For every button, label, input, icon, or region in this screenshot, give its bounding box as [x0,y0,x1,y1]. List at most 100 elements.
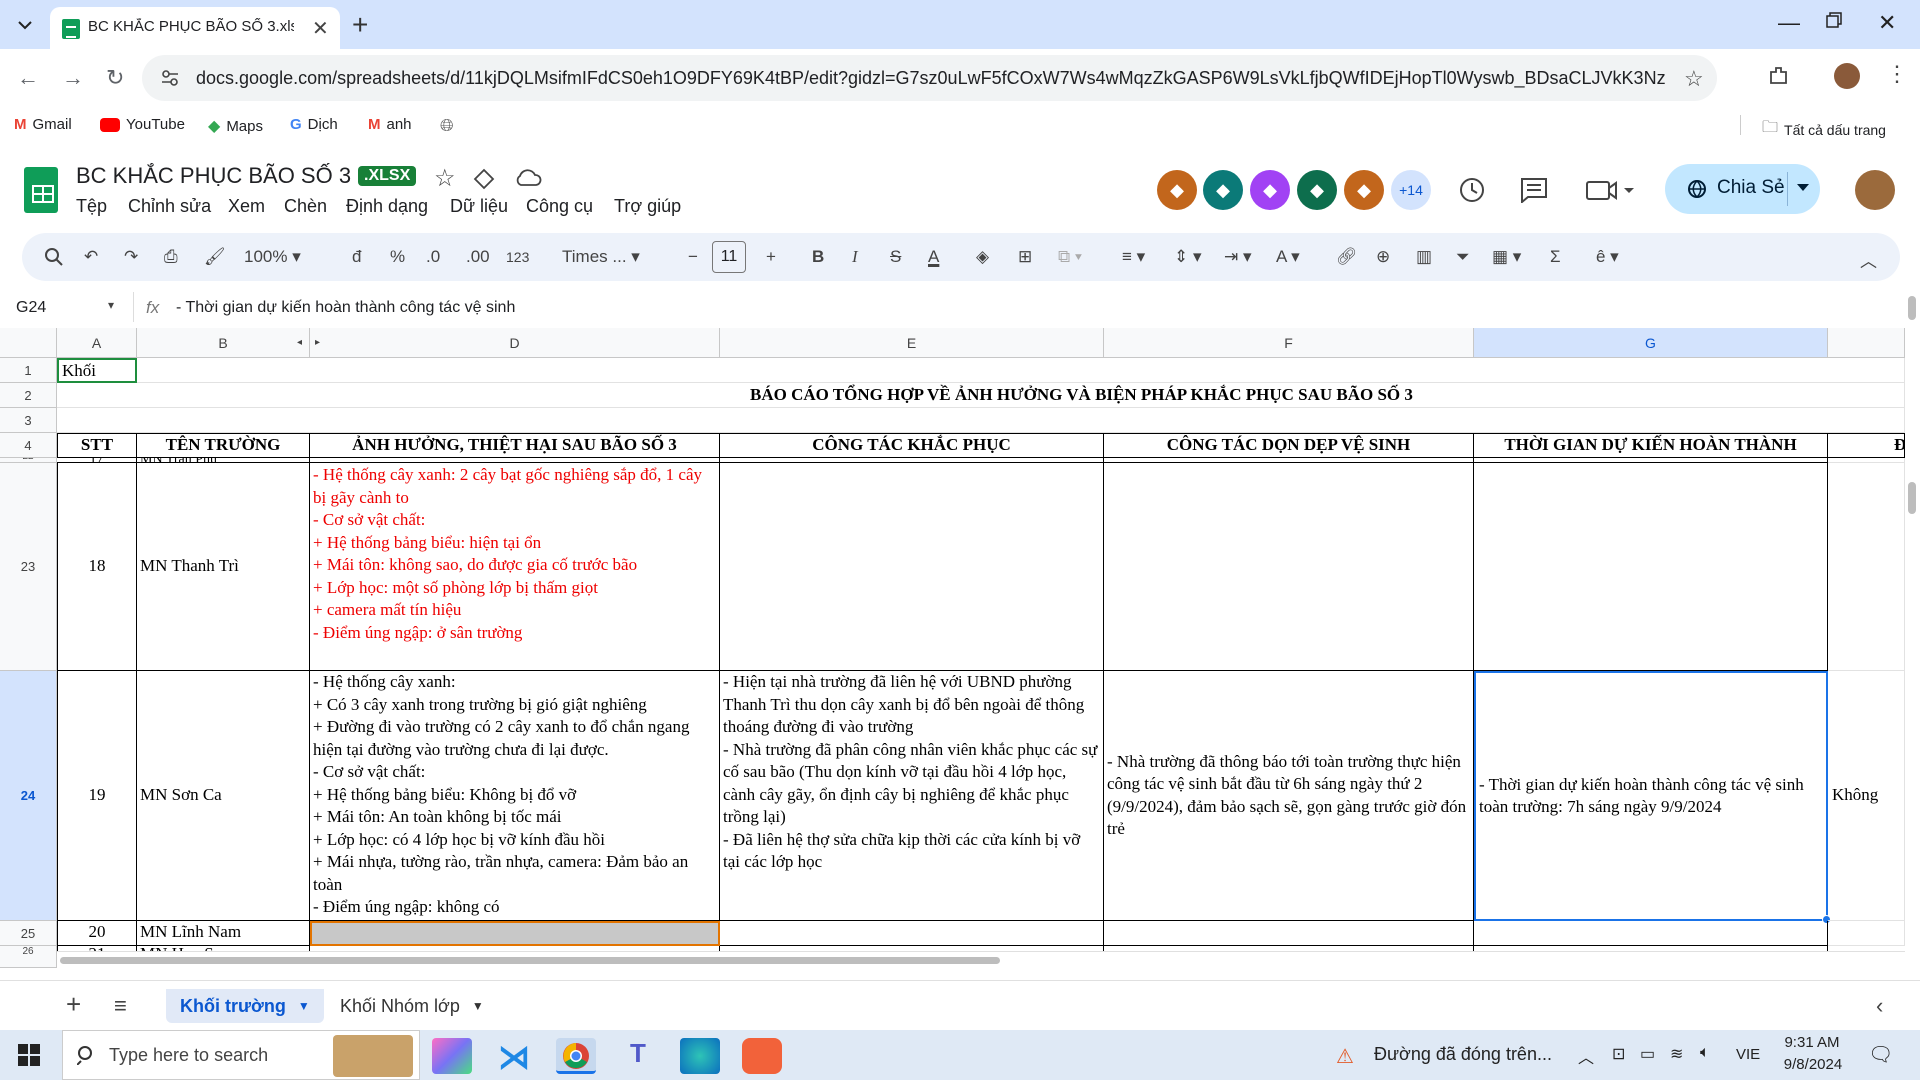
row-header[interactable]: 2 [0,383,57,408]
forward-icon[interactable]: → [62,65,84,91]
site-info-icon[interactable] [160,68,180,88]
name-box-dropdown-icon[interactable]: ▾ [108,298,114,312]
cell-h25[interactable] [1828,921,1905,946]
reload-icon[interactable]: ↻ [106,65,124,91]
insert-link-icon[interactable]: 🔗︎ [1336,247,1358,267]
back-icon[interactable]: ← [17,65,39,91]
header-impact[interactable]: ẢNH HƯỞNG, THIỆT HẠI SAU BÃO SỐ 3 [310,433,720,458]
cell-g25[interactable] [1474,921,1828,946]
close-window-icon[interactable]: ✕ [1878,10,1896,36]
sheet-menu-icon[interactable]: ▼ [298,999,310,1013]
collaborator-avatar[interactable]: ◆ [1157,170,1197,210]
cell-h24[interactable]: Không [1828,671,1905,921]
currency-format-button[interactable]: đ [352,247,361,267]
windows-start-icon[interactable] [18,1044,40,1066]
header-expected-time[interactable]: THỜI GIAN DỰ KIẾN HOÀN THÀNH [1474,433,1828,458]
header-school-name[interactable]: TÊN TRƯỜNG [137,433,310,458]
column-header-b[interactable]: B [137,328,310,358]
more-collaborators[interactable]: +14 [1391,170,1431,210]
increase-font-size-button[interactable]: + [766,247,776,267]
row-header[interactable]: 26 [0,946,57,968]
menu-edit[interactable]: Chỉnh sửa [128,196,211,217]
filter-views-icon[interactable]: ▦ ▾ [1492,247,1521,267]
all-sheets-icon[interactable]: ≡ [114,993,127,1019]
font-size-input[interactable]: 11 [712,241,746,273]
vertical-scrollbar-thumb[interactable] [1908,482,1916,514]
sheet-menu-icon[interactable]: ▼ [472,999,484,1013]
cell-a1[interactable]: Khối [57,358,137,383]
close-tab-icon[interactable]: ✕ [312,16,329,41]
hidden-columns-left-arrow-icon[interactable]: ◂ [297,337,302,348]
cell-b24[interactable]: MN Sơn Ca [137,671,310,921]
sheet-tab-active[interactable]: Khối trường ▼ [166,989,324,1023]
star-icon[interactable]: ☆ [434,164,456,193]
report-title[interactable]: BÁO CÁO TỔNG HỢP VỀ ẢNH HƯỞNG VÀ BIỆN PH… [57,383,1905,408]
input-tools-icon[interactable]: ê ▾ [1596,247,1619,267]
menu-help[interactable]: Trợ giúp [614,196,681,217]
print-icon[interactable]: ⎙ [164,247,178,267]
column-header-a[interactable]: A [57,328,137,358]
account-avatar[interactable] [1855,170,1895,210]
search-menus-icon[interactable] [44,247,64,267]
collapse-toolbar-icon[interactable]: ︿ [1860,247,1877,272]
text-rotation-icon[interactable]: A ▾ [1276,247,1300,267]
hidden-columns-right-arrow-icon[interactable]: ▸ [315,337,320,348]
document-title[interactable]: BC KHẮC PHỤC BÃO SỐ 3 [76,163,351,189]
name-box[interactable]: G24 [16,299,46,317]
horizontal-scrollbar-thumb[interactable] [60,957,1000,964]
fill-color-icon[interactable]: ◈ [976,247,989,267]
vertical-align-icon[interactable]: ⇕ ▾ [1174,247,1202,267]
header-recovery[interactable]: CÔNG TÁC KHẮC PHỤC [720,433,1104,458]
cell-f23[interactable] [1104,463,1474,671]
comments-icon[interactable] [1520,177,1548,203]
cell-a25[interactable]: 20 [57,921,137,946]
cell-b25[interactable]: MN Lĩnh Nam [137,921,310,946]
redo-icon[interactable]: ↷ [124,247,138,267]
teams-icon[interactable]: T [618,1038,658,1074]
decrease-decimal-button[interactable]: .0 [426,247,440,267]
more-formats-button[interactable]: 123 [506,249,529,265]
row-header[interactable]: 24 [0,671,57,921]
text-color-button[interactable]: A [928,247,939,267]
taskbar-search-box[interactable]: Type here to search [62,1030,420,1080]
restore-icon[interactable] [1826,12,1842,28]
column-header-h[interactable] [1828,328,1905,358]
menu-insert[interactable]: Chèn [284,196,327,217]
more-menu-icon[interactable]: ⋮ [1886,61,1908,87]
bookmark-youtube[interactable]: YouTube [100,116,185,133]
borders-icon[interactable]: ⊞ [1018,247,1032,267]
sheet-tab[interactable]: Khối Nhóm lớp ▼ [326,989,498,1023]
browser-tab-active[interactable]: BC KHẮC PHỤC BÃO SỐ 3.xlsx - ✕ [50,7,340,49]
move-icon[interactable] [472,167,496,191]
header-stt[interactable]: STT [57,433,137,458]
cloud-saved-icon[interactable] [514,167,542,189]
column-header-g[interactable]: G [1474,328,1828,358]
bookmark-star-icon[interactable]: ☆ [1684,66,1704,92]
undo-icon[interactable]: ↶ [84,247,98,267]
collaborator-avatar[interactable]: ◆ [1344,170,1384,210]
add-sheet-icon[interactable]: + [66,989,81,1020]
share-button[interactable]: Chia Sẻ [1665,164,1820,214]
row-header[interactable]: 1 [0,358,57,383]
collapse-sidepanel-icon[interactable]: ‹ [1876,993,1883,1019]
cell-f24[interactable]: - Nhà trường đã thông báo tới toàn trườn… [1104,671,1474,921]
cell-h23[interactable] [1828,463,1905,671]
cell-d23[interactable]: - Hệ thống cây xanh: 2 cây bạt gốc nghiê… [310,463,720,671]
spreadsheet-grid[interactable]: A B D E F G ◂ ▸ 1 2 3 4 22 23 24 25 26 K… [0,328,1905,968]
collaborator-avatar[interactable]: ◆ [1297,170,1337,210]
align-icon[interactable]: ≡ ▾ [1122,247,1145,267]
menu-format[interactable]: Định dạng [346,196,428,217]
cell-e25[interactable] [720,921,1104,946]
collaborator-avatar[interactable]: ◆ [1203,170,1243,210]
menu-tools[interactable]: Công cụ [526,196,593,217]
decrease-font-size-button[interactable]: − [688,247,698,267]
cell-a24[interactable]: 19 [57,671,137,921]
insert-comment-icon[interactable]: ⊕ [1376,247,1390,267]
tray-chevron-icon[interactable]: ︿ [1578,1044,1594,1068]
cell-d25[interactable] [310,921,720,946]
insert-chart-icon[interactable]: ▥ [1416,247,1432,267]
cell-e23[interactable] [720,463,1104,671]
merge-cells-icon[interactable]: ⧉ ▾ [1058,247,1082,267]
tab-search-button[interactable] [11,12,39,38]
formula-input[interactable]: - Thời gian dự kiến hoàn thành công tác … [176,299,515,317]
